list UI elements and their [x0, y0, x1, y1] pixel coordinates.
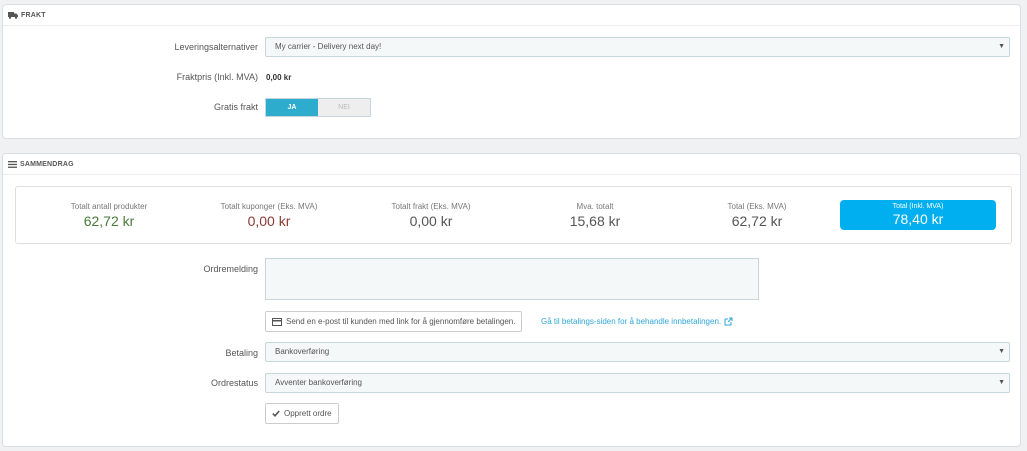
send-payment-email-label: Send en e-post til kunden med link for å…: [286, 317, 516, 326]
total-coupons-value: 0,00 kr: [247, 213, 291, 229]
total-excl-vat-value: 62,72 kr: [731, 213, 783, 229]
total-incl-vat: Total (Inkl. MVA) 78,40 kr: [840, 200, 996, 230]
carrier-select-value: My carrier - Delivery next day!: [275, 42, 382, 51]
chevron-down-icon: ▼: [998, 43, 1005, 50]
total-vat-value: 15,68 kr: [569, 213, 621, 229]
total-products-title: Totalt antall produkter: [70, 202, 148, 211]
free-shipping-label: Gratis frakt: [213, 102, 258, 112]
free-shipping-yes[interactable]: JA: [266, 99, 318, 116]
total-vat: Mva. totalt 15,68 kr: [502, 187, 688, 245]
summary-panel-title: SAMMENDRAG: [20, 160, 74, 168]
truck-icon: [8, 11, 18, 19]
payment-select[interactable]: Bankoverføring ▼: [265, 342, 1010, 362]
total-shipping: Totalt frakt (Eks. MVA) 0,00 kr: [338, 187, 524, 245]
chevron-down-icon: ▼: [998, 348, 1005, 355]
shipping-panel-title: FRAKT: [21, 11, 46, 19]
order-message-input[interactable]: [265, 258, 759, 300]
payment-page-link-label: Gå til betalings-siden for å behandle in…: [541, 317, 722, 326]
create-order-button[interactable]: Opprett ordre: [265, 403, 339, 424]
send-payment-email-button[interactable]: Send en e-post til kunden med link for å…: [265, 311, 523, 332]
carrier-select[interactable]: My carrier - Delivery next day! ▼: [265, 37, 1010, 57]
shipping-price-label: Fraktpris (Inkl. MVA): [176, 72, 258, 82]
shipping-price-value: 0,00 kr: [266, 73, 292, 82]
total-excl-vat-title: Total (Eks. MVA): [727, 202, 787, 211]
total-vat-title: Mva. totalt: [576, 202, 614, 211]
total-shipping-value: 0,00 kr: [409, 213, 453, 229]
free-shipping-toggle[interactable]: JA NEI: [265, 98, 371, 117]
shipping-panel-header: FRAKT: [3, 5, 1020, 26]
payment-page-link[interactable]: Gå til betalings-siden for å behandle in…: [541, 317, 733, 326]
total-products-value: 62,72 kr: [83, 213, 135, 229]
total-incl-vat-title: Total (Inkl. MVA): [892, 203, 944, 210]
chevron-down-icon: ▼: [998, 379, 1005, 386]
payment-select-value: Bankoverføring: [275, 347, 330, 356]
total-incl-vat-value: 78,40 kr: [892, 211, 944, 227]
total-products: Totalt antall produkter 62,72 kr: [16, 187, 202, 245]
order-message-label: Ordremelding: [203, 264, 258, 274]
order-status-select[interactable]: Avventer bankoverføring ▼: [265, 373, 1010, 393]
totals-box: Totalt antall produkter 62,72 kr Totalt …: [15, 186, 1012, 244]
total-coupons: Totalt kuponger (Eks. MVA) 0,00 kr: [176, 187, 362, 245]
payment-label: Betaling: [225, 348, 258, 358]
total-coupons-title: Totalt kuponger (Eks. MVA): [220, 202, 318, 211]
list-icon: [8, 160, 17, 168]
order-status-label: Ordrestatus: [210, 378, 258, 388]
external-link-icon: [724, 317, 733, 326]
shipping-panel: FRAKT Leveringsalternativer My carrier -…: [2, 4, 1021, 139]
create-order-label: Opprett ordre: [284, 409, 332, 418]
summary-panel: SAMMENDRAG Totalt antall produkter 62,72…: [2, 153, 1021, 447]
free-shipping-no[interactable]: NEI: [318, 99, 370, 116]
total-excl-vat: Total (Eks. MVA) 62,72 kr: [664, 187, 850, 245]
total-shipping-title: Totalt frakt (Eks. MVA): [391, 202, 471, 211]
check-icon: [272, 410, 280, 417]
order-status-select-value: Avventer bankoverføring: [275, 378, 363, 387]
credit-card-icon: [272, 317, 282, 326]
summary-panel-header: SAMMENDRAG: [3, 154, 1020, 175]
carrier-label: Leveringsalternativer: [174, 42, 258, 52]
